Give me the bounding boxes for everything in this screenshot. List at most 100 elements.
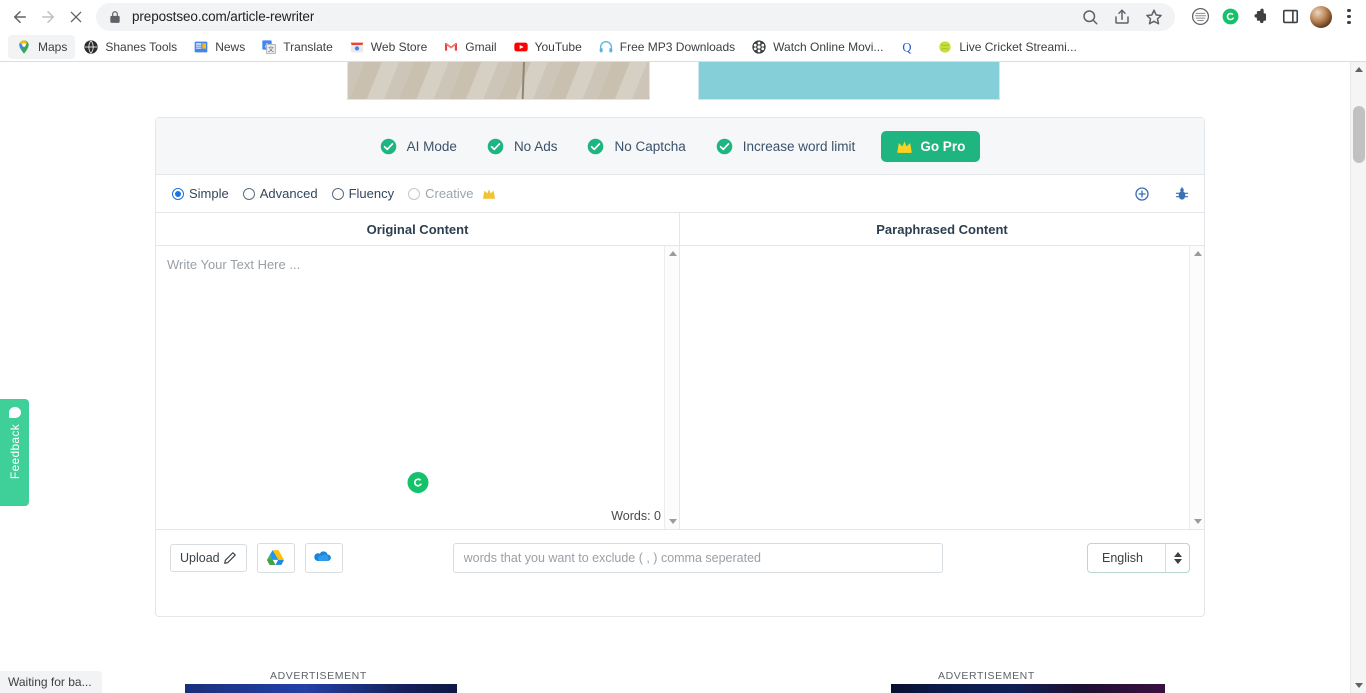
top-ad-left-image[interactable] [347,62,650,100]
bookmark-label: News [215,40,246,54]
bookmark-live-cricket-streaming[interactable]: Live Cricket Streami... [929,35,1084,59]
google-translate-icon: A文 [262,40,277,54]
bookmark-label: Free MP3 Downloads [619,40,736,54]
bookmark-youtube[interactable]: YouTube [505,35,590,59]
bookmark-shanes-tools[interactable]: Shanes Tools [75,35,185,59]
scroll-up-arrow-icon[interactable] [668,251,677,256]
paraphrased-content-textarea[interactable] [680,246,1189,529]
bookmark-watch-online-movies[interactable]: Watch Online Movi... [743,35,891,59]
bookmark-news[interactable]: News [185,35,253,59]
scroll-down-arrow-icon[interactable] [668,519,677,524]
page-scrollbar[interactable] [1350,62,1366,693]
bookmark-maps[interactable]: Maps [8,35,76,59]
three-dot-menu-icon[interactable] [1340,8,1358,26]
bookmark-free-mp3-downloads[interactable]: Free MP3 Downloads [590,35,743,59]
scrollbar-thumb[interactable] [1353,106,1365,163]
bookmark-web-store[interactable]: Web Store [341,35,435,59]
language-selector[interactable]: English [1087,542,1190,573]
forward-arrow-icon[interactable] [34,3,62,31]
extensions-puzzle-icon[interactable] [1251,7,1270,26]
chevron-down-icon[interactable] [1173,558,1182,564]
film-reel-icon [752,40,766,54]
onedrive-button[interactable] [304,542,343,573]
paraphrased-content-pane: Paraphrased Content [680,213,1204,529]
top-ad-right-image[interactable] [698,62,1000,100]
scroll-up-arrow-icon[interactable] [1193,251,1202,256]
google-drive-button[interactable] [256,542,295,573]
language-value: English [1102,550,1143,565]
radio-indicator[interactable] [331,187,344,200]
browser-window: prepostseo.com/article-rewriter Maps Sha… [0,0,1366,693]
radio-label: Simple [189,186,229,201]
paraphrased-content-scrollbar[interactable] [1189,246,1204,529]
check-circle-icon [588,138,604,154]
bookmark-label: Maps [38,40,68,54]
search-icon[interactable] [1081,8,1099,26]
google-drive-icon [267,550,285,565]
star-icon[interactable] [1145,8,1163,26]
radio-label: Advanced [259,186,318,201]
speech-bubble-icon [8,407,21,418]
pane-title: Paraphrased Content [876,221,1008,237]
stop-loading-icon[interactable] [62,3,90,31]
scroll-up-arrow-icon[interactable] [1355,67,1363,72]
radio-fluency[interactable]: Fluency [331,186,394,201]
feature-increase-word-limit: Increase word limit [716,138,855,155]
original-content-scrollbar[interactable] [664,246,679,529]
youtube-icon [513,42,528,52]
upload-button[interactable]: Upload [170,543,247,572]
quora-icon: Q [903,41,912,55]
editor-tools [1134,186,1190,202]
radio-advanced[interactable]: Advanced [242,186,318,201]
sidepanel-icon[interactable] [1281,7,1300,26]
advertisement-label-left: ADVERTISEMENT [270,670,367,682]
feature-label: No Ads [513,138,558,154]
crown-icon [482,189,495,199]
pane-title: Original Content [366,221,469,237]
back-arrow-icon[interactable] [6,3,34,31]
article-rewriter-card: AI Mode No Ads No Captcha Increase word … [155,117,1205,617]
scroll-down-arrow-icon[interactable] [1355,683,1363,688]
bookmark-translate[interactable]: A文 Translate [253,35,341,59]
bookmark-label: Watch Online Movi... [773,40,884,54]
adblock-icon[interactable] [1191,7,1210,26]
svg-text:Q: Q [903,41,912,55]
radio-simple[interactable]: Simple [172,186,229,201]
exclude-words-input[interactable] [452,542,943,573]
add-circle-icon[interactable] [1134,186,1150,202]
globe-icon [84,40,99,54]
status-bubble: Waiting for ba... [0,671,102,693]
go-pro-button[interactable]: Go Pro [881,130,981,162]
chevron-up-icon[interactable] [1173,551,1182,557]
bookmark-quora[interactable]: Q [891,35,929,59]
grammarly-icon[interactable] [1221,7,1240,26]
google-news-icon [194,41,208,53]
ad-banner-right[interactable]: Unity Pro [891,684,1165,693]
bookmark-gmail[interactable]: Gmail [435,35,504,59]
grammarly-icon[interactable] [407,472,428,493]
language-stepper[interactable] [1165,543,1189,572]
original-content-pane: Original Content Words: 0 [156,213,680,529]
avatar[interactable] [1310,5,1332,28]
feature-no-ads: No Ads [487,138,558,155]
bookmark-label: Shanes Tools [105,40,178,54]
original-content-body: Words: 0 [156,246,679,529]
bookmark-label: Translate [283,40,333,54]
onedrive-cloud-icon [313,551,331,561]
check-circle-icon [716,138,733,154]
chrome-webstore-icon [350,42,364,53]
feature-label: No Captcha [614,138,686,154]
ad-banner-left[interactable]: Unity Pro [185,684,457,693]
scroll-down-arrow-icon[interactable] [1193,519,1202,524]
address-bar[interactable]: prepostseo.com/article-rewriter [96,2,1175,31]
bug-report-icon[interactable] [1174,186,1190,202]
bookmark-label: Live Cricket Streami... [959,40,1077,54]
page-viewport: AI Mode No Ads No Captcha Increase word … [0,62,1366,693]
radio-indicator[interactable] [242,187,255,200]
radio-creative[interactable]: Creative [408,186,495,201]
maps-pin-icon [19,40,29,54]
share-icon[interactable] [1113,8,1131,26]
radio-indicator[interactable] [172,187,184,200]
feedback-tab[interactable]: Feedback [0,399,29,506]
radio-indicator[interactable] [408,187,421,200]
